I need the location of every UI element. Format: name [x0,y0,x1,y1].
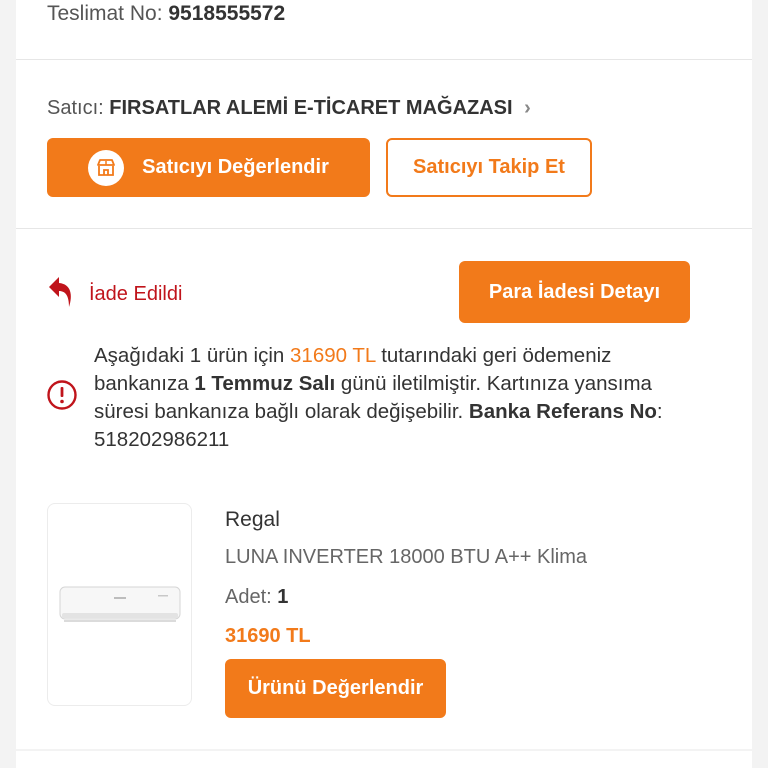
quantity-value: 1 [277,586,289,608]
store-icon [88,149,125,186]
bank-ref-sep: : [656,400,663,423]
refund-amount: 31690 TL [290,344,376,367]
refund-detail-button[interactable]: Para İadesi Detayı [459,261,690,323]
delivery-label: Teslimat No: [47,2,163,25]
product-name[interactable]: LUNA INVERTER 18000 BTU A++ Klima [225,546,587,569]
seller-section: Satıcı: FIRSATLAR ALEMİ E-TİCARET MAĞAZA… [16,60,752,229]
seller-name: FIRSATLAR ALEMİ E-TİCARET MAĞAZASI [109,97,513,119]
order-item-section: İade Edildi Para İadesi Detayı Aşağıdaki… [16,229,752,749]
rate-product-button[interactable]: Ürünü Değerlendir [225,659,446,718]
return-status-label: İade Edildi [89,283,183,305]
refund-detail-label: Para İadesi Detayı [488,280,661,303]
next-section [16,751,752,768]
delivery-section: Teslimat No: 9518555572 [16,0,752,60]
bank-ref-number: 518202986211 [94,428,230,451]
follow-seller-label: Satıcıyı Takip Et [413,156,565,178]
product-brand: Regal [225,508,280,531]
product-image[interactable] [47,503,192,706]
rate-seller-button[interactable]: Satıcıyı Değerlendir [47,138,370,197]
return-status: İade Edildi [47,275,182,314]
refund-info-part1: Aşağıdaki 1 ürün için [94,344,291,367]
refund-info-text: Aşağıdaki 1 ürün için 31690 TL tutarında… [94,342,704,454]
chevron-right-icon: › [524,97,531,119]
air-conditioner-image [59,586,180,622]
seller-label: Satıcı: [47,97,104,119]
follow-seller-button[interactable]: Satıcıyı Takip Et [386,138,592,197]
quantity-label: Adet: [225,586,272,608]
product-price: 31690 TL [225,625,311,647]
product-quantity: Adet: 1 [225,586,288,609]
info-icon [46,379,78,416]
refund-date: 1 Temmuz Salı [194,372,336,395]
rate-product-label: Ürünü Değerlendir [247,677,424,699]
return-arrow-icon [47,275,75,314]
delivery-value: 9518555572 [168,2,286,25]
rate-seller-label: Satıcıyı Değerlendir [142,156,329,178]
seller-link[interactable]: Satıcı: FIRSATLAR ALEMİ E-TİCARET MAĞAZA… [47,97,531,120]
delivery-number: Teslimat No: 9518555572 [47,2,285,26]
bank-ref-label: Banka Referans No [468,400,657,423]
